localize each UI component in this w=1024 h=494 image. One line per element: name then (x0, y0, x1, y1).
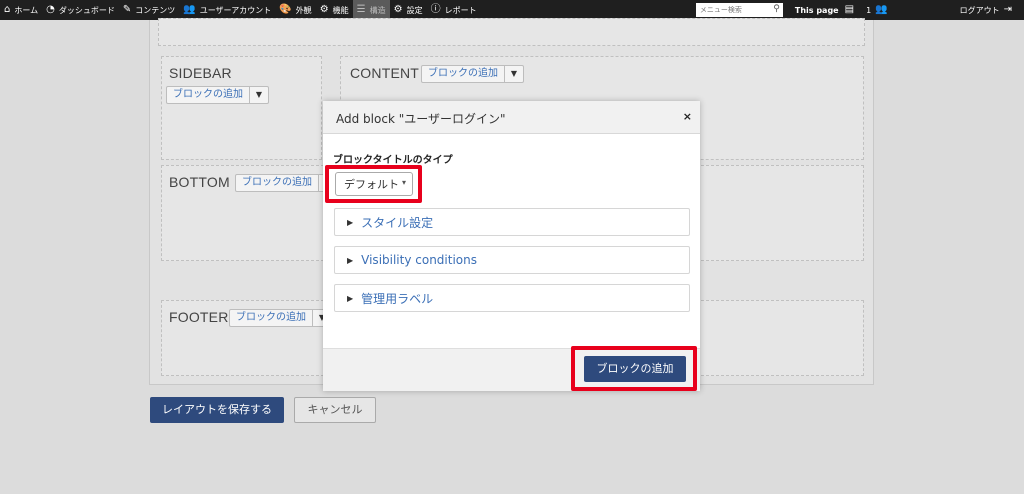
admin-toolbar: ⌂ ホーム ◔ ダッシュボード ✎ コンテンツ 👥 ユーザーアカウント 🎨 外観 ⚙ 機能 … (0, 0, 1024, 20)
puzzle-icon: ⚙ (319, 4, 329, 15)
toolbar-config[interactable]: ⚙ 設定 (390, 0, 427, 20)
region-top (158, 18, 865, 46)
block-title-type-label: ブロックタイトルのタイプ (333, 155, 453, 166)
users-icon: 👥 (183, 4, 196, 15)
toolbar-label: ダッシュボード (58, 5, 115, 15)
this-page-label: This page (794, 5, 839, 15)
close-icon[interactable]: × (683, 110, 692, 123)
toolbar-label: レポート (444, 5, 477, 15)
home-icon: ⌂ (4, 4, 11, 15)
caret-down-icon: ▼ (255, 90, 263, 99)
dialog-title: Add block "ユーザーログイン" (336, 112, 506, 126)
toolbar-appearance[interactable]: 🎨 外観 (275, 0, 315, 20)
pencil-icon: ✎ (122, 4, 132, 15)
layers-icon: ☰ (356, 4, 366, 15)
dashboard-icon: ◔ (46, 4, 55, 15)
toolbar-user-count[interactable]: 1 👥 (862, 0, 896, 20)
add-block-dropdown[interactable]: ブロックの追加 ▼ (421, 65, 524, 83)
details-label: 管理用ラベル (361, 291, 434, 306)
details-admin-label[interactable]: ▶ 管理用ラベル (334, 284, 690, 312)
region-title: SIDEBAR (169, 65, 232, 81)
toolbar-extend[interactable]: ⚙ 機能 (316, 0, 353, 20)
save-layout-button[interactable]: レイアウトを保存する (150, 397, 284, 423)
toolbar-content[interactable]: ✎ コンテンツ (119, 0, 179, 20)
toolbar-label: 機能 (332, 5, 349, 15)
toolbar-logout[interactable]: ログアウト ⇥ (956, 0, 1020, 20)
region-title: CONTENT (350, 65, 420, 81)
add-block-label: ブロックの追加 (422, 66, 505, 82)
toolbar-this-page[interactable]: This page ▤ (791, 0, 862, 20)
menu-search-input[interactable] (695, 3, 783, 17)
gear-icon: ⚙ (393, 4, 403, 15)
add-block-label: ブロックの追加 (167, 87, 250, 103)
caret-down-icon: ▼ (510, 69, 518, 78)
highlight-box (325, 165, 422, 203)
palette-icon: 🎨 (279, 4, 292, 15)
dialog-header: Add block "ユーザーログイン" × (323, 101, 700, 134)
toolbar-structure[interactable]: ☰ 構造 (352, 0, 390, 20)
users-icon: 👥 (875, 4, 888, 15)
toolbar-label: 外観 (295, 5, 312, 15)
document-icon: ▤ (844, 4, 855, 15)
region-title: FOOTER (169, 309, 229, 325)
toolbar-reports[interactable]: ⓘ レポート (427, 0, 481, 20)
add-block-label: ブロックの追加 (236, 175, 319, 191)
add-block-dialog: Add block "ユーザーログイン" × ブロックタイトルのタイプ デフォル… (323, 101, 700, 391)
triangle-right-icon: ▶ (347, 293, 354, 303)
toolbar-label: ホーム (14, 5, 39, 15)
add-block-dropdown[interactable]: ブロックの追加 ▼ (229, 309, 332, 327)
toolbar-label: 設定 (406, 5, 423, 15)
details-style-settings[interactable]: ▶ スタイル設定 (334, 208, 690, 236)
logout-icon: ⇥ (1003, 4, 1012, 15)
toolbar-label: ユーザーアカウント (199, 5, 272, 15)
toolbar-home[interactable]: ⌂ ホーム (0, 0, 42, 20)
cancel-button[interactable]: キャンセル (294, 397, 376, 423)
add-block-label: ブロックの追加 (230, 310, 313, 326)
toolbar-label: コンテンツ (135, 5, 176, 15)
menu-search: ⚲ (695, 3, 783, 17)
search-icon[interactable]: ⚲ (773, 4, 780, 14)
details-label: Visibility conditions (361, 253, 477, 267)
logout-label: ログアウト (959, 5, 1000, 15)
triangle-right-icon: ▶ (347, 255, 354, 265)
add-block-dropdown[interactable]: ブロックの追加 ▼ (166, 86, 269, 104)
toolbar-dashboard[interactable]: ◔ ダッシュボード (42, 0, 119, 20)
toolbar-users[interactable]: 👥 ユーザーアカウント (179, 0, 275, 20)
toolbar-label: 構造 (369, 5, 386, 15)
highlight-box (571, 346, 697, 391)
user-count: 1 (866, 5, 872, 15)
region-sidebar: SIDEBAR ブロックの追加 ▼ (161, 56, 322, 160)
region-title: BOTTOM (169, 174, 230, 190)
triangle-right-icon: ▶ (347, 217, 354, 227)
info-icon: ⓘ (430, 4, 441, 15)
details-visibility-conditions[interactable]: ▶ Visibility conditions (334, 246, 690, 274)
details-label: スタイル設定 (361, 215, 434, 230)
